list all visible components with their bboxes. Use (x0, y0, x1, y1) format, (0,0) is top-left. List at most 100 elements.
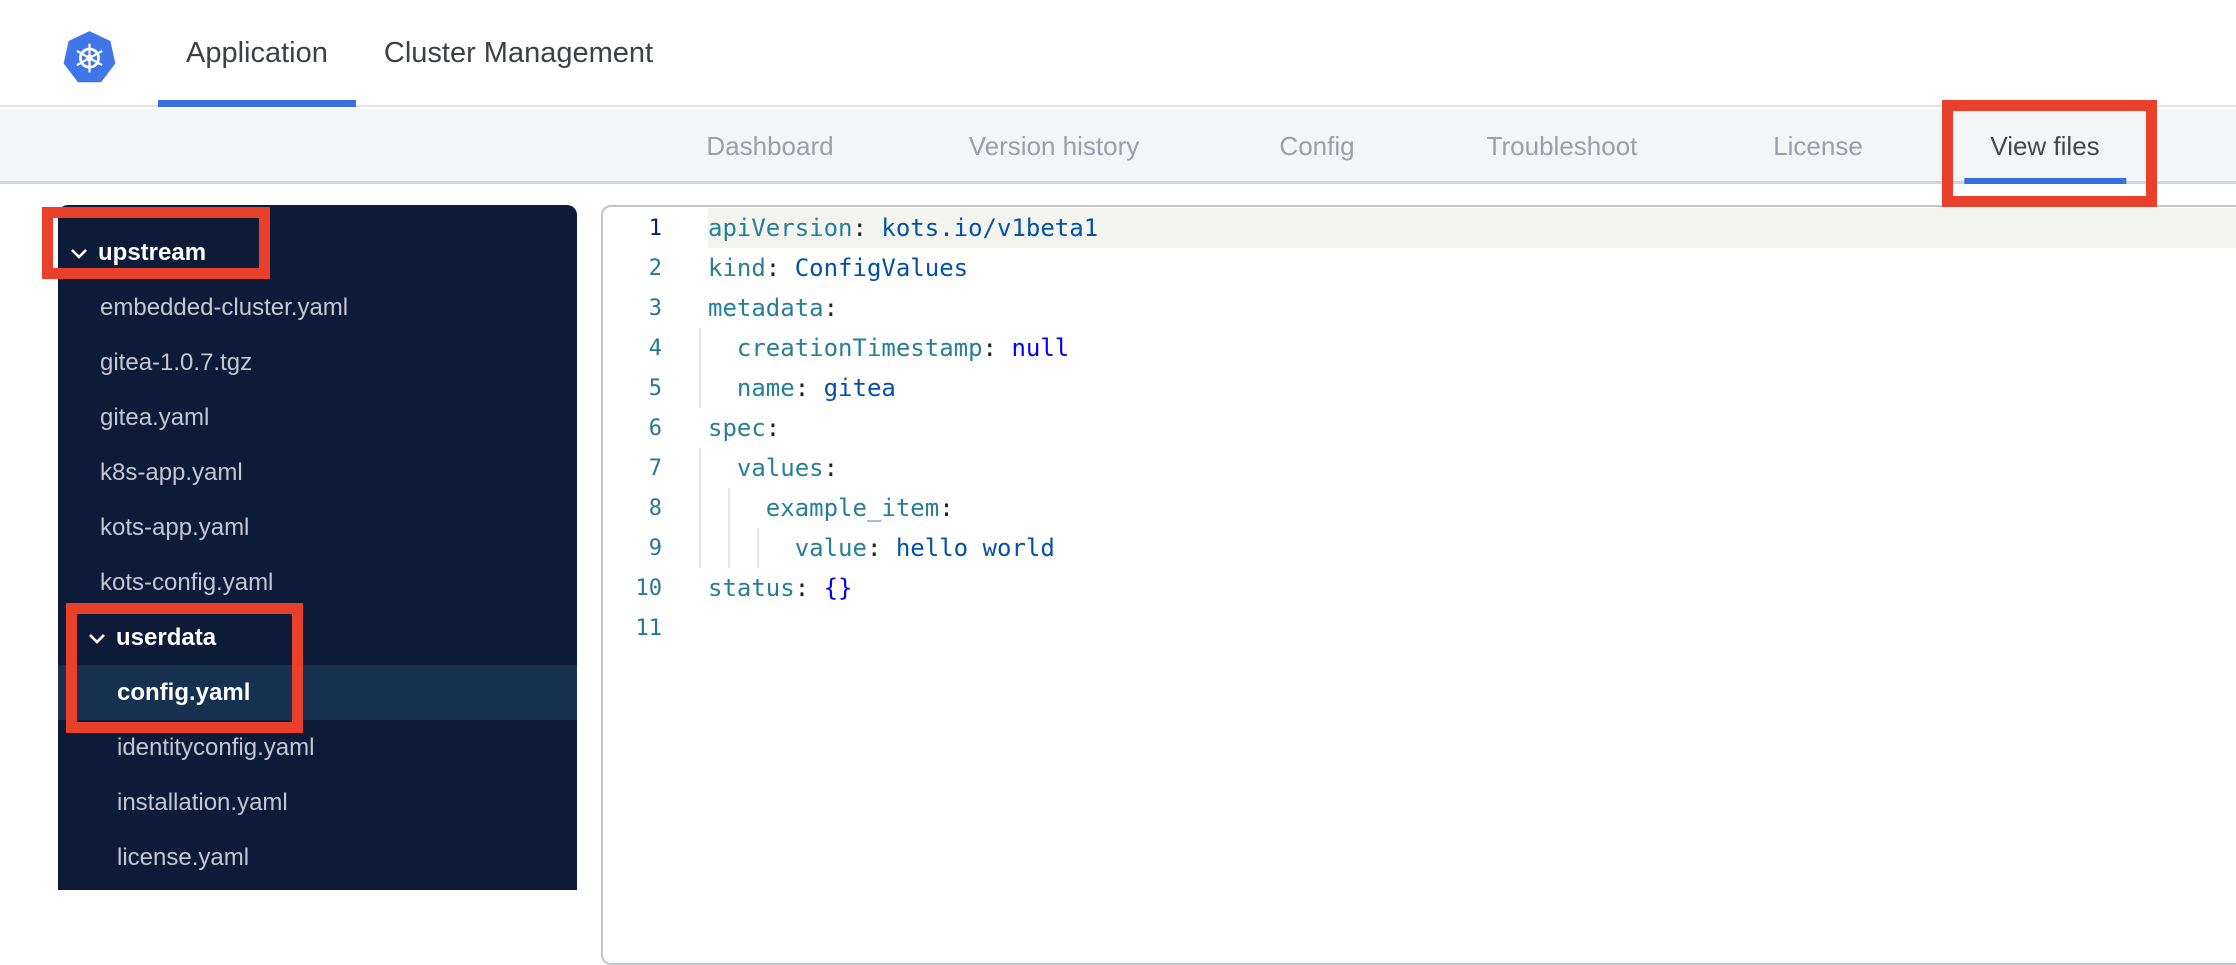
app-subnav: Dashboard Version history Config Troublesho… (0, 109, 2236, 184)
line-number: 2 (648, 255, 662, 281)
subnav-item-license[interactable]: License (1773, 109, 1863, 184)
subnav-item-view-files[interactable]: View files (1990, 109, 2099, 184)
tree-item-label: identityconfig.yaml (117, 733, 315, 761)
indent-guide (699, 448, 701, 488)
token-punct: : (939, 494, 954, 522)
tree-folder-userdata[interactable]: userdata (58, 610, 577, 665)
indent-guide (699, 368, 701, 408)
line-number: 9 (648, 535, 662, 561)
token-punct: : (765, 414, 781, 442)
code-line-text: spec: (708, 408, 2236, 448)
topbar: Application Cluster Management (0, 0, 2236, 107)
tree-folder-upstream[interactable]: upstream (58, 225, 577, 280)
chevron-down-icon (88, 632, 106, 644)
token-key: values (708, 454, 824, 482)
indent-guide (699, 328, 701, 368)
token-key: name (708, 374, 795, 402)
code-line-text: name: gitea (708, 368, 2236, 408)
topbar-tabs: Application Cluster Management (158, 0, 681, 107)
token-key: kind (708, 254, 766, 282)
topbar-tab-label: Application (186, 37, 328, 69)
tree-item-label: userdata (116, 623, 217, 651)
line-number: 3 (648, 295, 662, 321)
token-punct: : (823, 294, 839, 322)
indent-guide (699, 488, 701, 528)
token-keyword: null (997, 334, 1070, 362)
token-value: kots.io/v1beta1 (866, 214, 1099, 242)
code-editor[interactable]: 1 apiVersion: kots.io/v1beta1 2 kind: Confi… (601, 205, 2236, 965)
tree-item-label: gitea.yaml (100, 403, 210, 431)
token-punct: : (852, 214, 867, 242)
chevron-down-icon (70, 247, 88, 259)
code-line-text: kind: ConfigValues (708, 248, 2236, 288)
code-line-text: values: (708, 448, 2236, 488)
subnav-item-dashboard[interactable]: Dashboard (706, 109, 833, 184)
file-tree: upstream embedded-cluster.yaml gitea-1.0.7… (58, 225, 577, 885)
line-number: 11 (635, 615, 663, 641)
token-punct: : (765, 254, 781, 282)
line-number: 5 (648, 375, 662, 401)
tree-item-label: installation.yaml (117, 788, 288, 816)
code-line-text: example_item: (708, 488, 2236, 528)
tree-file-installation-yaml[interactable]: installation.yaml (58, 775, 577, 830)
tree-item-label: k8s-app.yaml (100, 458, 243, 486)
code-line-7: 7 values: (603, 448, 2236, 488)
code-line-6: 6 spec: (603, 408, 2236, 448)
subnav-item-label: View files (1990, 131, 2100, 161)
indent-guide (699, 528, 701, 568)
tree-file-license-yaml[interactable]: license.yaml (58, 830, 577, 885)
token-key: value (708, 534, 867, 562)
tree-file-config-yaml[interactable]: config.yaml (58, 665, 577, 720)
tree-file-embedded-cluster-yaml[interactable]: embedded-cluster.yaml (58, 280, 577, 335)
code-line-text: value: hello world (708, 528, 2236, 568)
line-number: 1 (648, 215, 662, 241)
token-punct: : (866, 534, 882, 562)
topbar-tab-cluster-management[interactable]: Cluster Management (356, 0, 681, 107)
code-line-5: 5 name: gitea (603, 368, 2236, 408)
subnav-item-label: Config (1279, 131, 1355, 161)
tree-item-label: config.yaml (117, 678, 251, 706)
subnav-item-version-history[interactable]: Version history (969, 109, 1140, 184)
code-line-text: status: {} (708, 568, 2236, 608)
subnav-item-label: Version history (968, 131, 1140, 161)
tree-file-gitea-1-0-7-tgz[interactable]: gitea-1.0.7.tgz (58, 335, 577, 390)
token-key: example_item (708, 494, 940, 522)
line-number: 10 (635, 575, 663, 601)
token-punct: : (823, 454, 839, 482)
code-line-2: 2 kind: ConfigValues (603, 248, 2236, 288)
token-punct: : (794, 374, 810, 402)
code-line-3: 3 metadata: (603, 288, 2236, 328)
token-value: gitea (809, 374, 896, 402)
code-line-text: apiVersion: kots.io/v1beta1 (708, 208, 2236, 248)
code-line-10: 10 status: {} (603, 568, 2236, 608)
tree-file-kots-app-yaml[interactable]: kots-app.yaml (58, 500, 577, 555)
token-value: hello world (881, 534, 1055, 562)
subnav-item-config[interactable]: Config (1279, 109, 1354, 184)
tree-item-label: license.yaml (117, 843, 250, 871)
tree-item-label: gitea-1.0.7.tgz (100, 348, 253, 376)
tree-file-identityconfig-yaml[interactable]: identityconfig.yaml (58, 720, 577, 775)
token-keyword: {} (809, 574, 853, 602)
tree-file-gitea-yaml[interactable]: gitea.yaml (58, 390, 577, 445)
tree-file-k8s-app-yaml[interactable]: k8s-app.yaml (58, 445, 577, 500)
token-key: apiVersion (708, 214, 853, 242)
token-key: creationTimestamp (708, 334, 983, 362)
tree-item-label: kots-config.yaml (100, 568, 274, 596)
tree-file-kots-config-yaml[interactable]: kots-config.yaml (58, 555, 577, 610)
code-line-1: 1 apiVersion: kots.io/v1beta1 (603, 208, 2236, 248)
code-line-text: metadata: (708, 288, 2236, 328)
subnav-item-troubleshoot[interactable]: Troubleshoot (1487, 109, 1638, 184)
subnav-item-label: License (1773, 131, 1863, 161)
tree-item-label: upstream (98, 238, 207, 266)
topbar-tab-label: Cluster Management (383, 37, 654, 69)
line-number: 4 (648, 335, 662, 361)
tree-item-label: kots-app.yaml (100, 513, 250, 541)
token-punct: : (982, 334, 997, 362)
topbar-tab-application[interactable]: Application (158, 0, 356, 107)
code-line-4: 4 creationTimestamp: null (603, 328, 2236, 368)
line-number: 7 (648, 455, 662, 481)
token-key: status (708, 574, 795, 602)
line-number: 8 (648, 495, 662, 521)
token-key: spec (708, 414, 766, 442)
code-line-text: creationTimestamp: null (708, 328, 2236, 368)
